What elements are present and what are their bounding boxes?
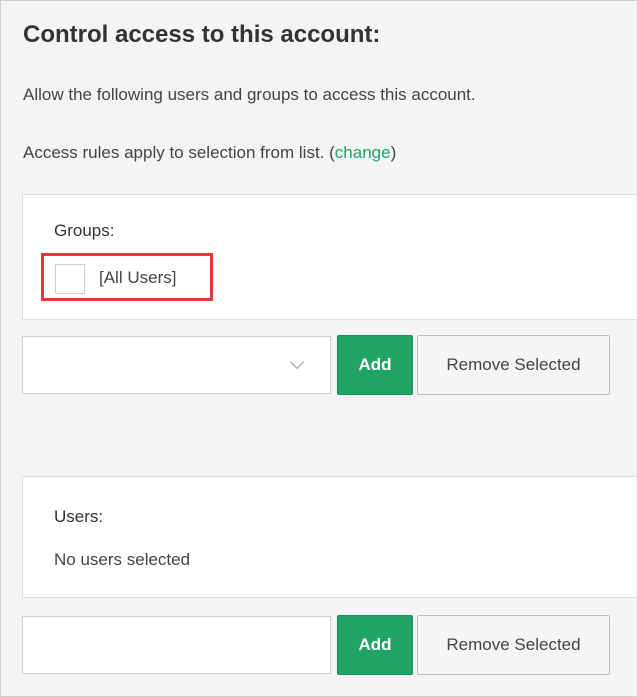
access-rules-text: Access rules apply to selection from lis… <box>23 143 396 163</box>
user-search-input[interactable] <box>22 616 331 674</box>
chevron-down-icon <box>289 354 305 370</box>
groups-label: Groups: <box>54 221 115 240</box>
all-users-checkbox[interactable] <box>55 264 85 294</box>
add-group-button[interactable]: Add <box>337 335 413 395</box>
all-users-label[interactable]: [All Users] <box>99 268 176 288</box>
users-panel: Users: No users selected <box>22 476 637 598</box>
rules-suffix: ) <box>390 143 397 162</box>
description-text: Allow the following users and groups to … <box>23 85 476 104</box>
group-select[interactable] <box>22 336 331 394</box>
users-label: Users: <box>54 507 104 526</box>
no-users-message: No users selected <box>54 550 191 569</box>
rules-prefix: Access rules apply to selection from lis… <box>23 143 335 162</box>
change-link[interactable]: change <box>335 143 391 162</box>
add-user-button[interactable]: Add <box>337 615 413 675</box>
remove-selected-users-button[interactable]: Remove Selected <box>417 615 610 675</box>
access-control-frame: Control access to this account: Allow th… <box>0 0 638 697</box>
groups-panel: Groups: [All Users] <box>22 194 637 320</box>
page-title: Control access to this account: <box>23 21 381 48</box>
remove-selected-groups-button[interactable]: Remove Selected <box>417 335 610 395</box>
